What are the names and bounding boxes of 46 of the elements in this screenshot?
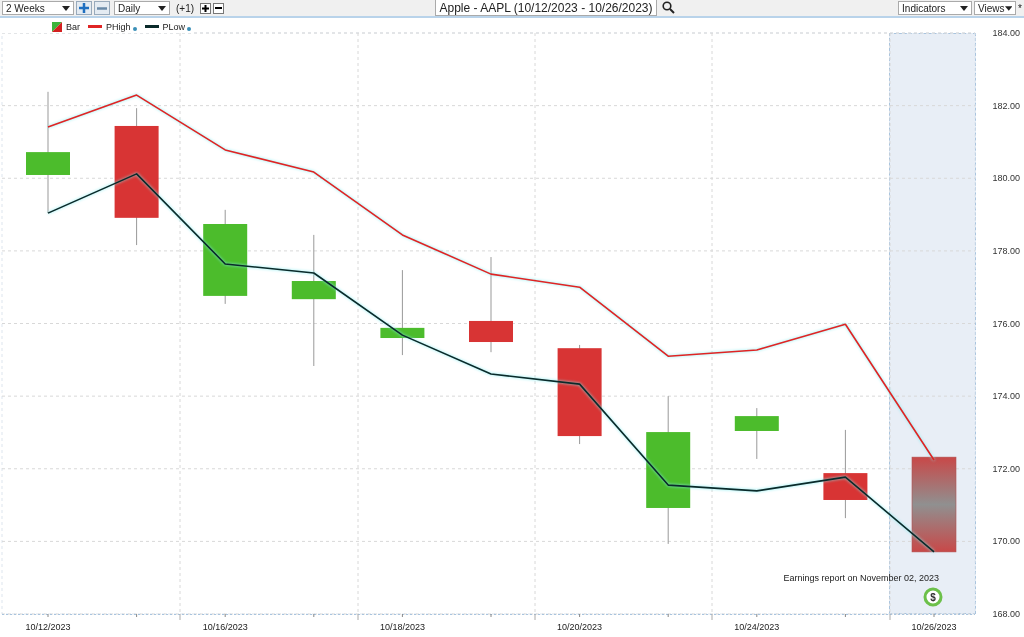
y-axis-label: 174.00 [992, 391, 1020, 402]
bar-legend-icon [52, 21, 62, 32]
symbol-field[interactable]: Apple - AAPL (10/12/2023 - 10/26/2023) [435, 0, 657, 16]
line-legend-icon [88, 25, 102, 28]
dot-icon [132, 27, 137, 31]
plus-icon [202, 4, 210, 12]
earnings-badge[interactable]: $ [923, 587, 943, 607]
x-axis-label: 10/12/2023 [25, 622, 71, 632]
caret-icon [62, 5, 70, 11]
legend-label: Bar [66, 21, 80, 32]
zoom-out-button[interactable] [94, 1, 110, 15]
minus-icon [215, 7, 223, 9]
y-axis-label: 182.00 [992, 100, 1020, 111]
x-axis-label: 10/20/2023 [557, 622, 603, 632]
offset-label: (+1) [176, 2, 195, 14]
minus-icon [97, 6, 107, 10]
x-axis-label: 10/24/2023 [734, 622, 780, 632]
y-axis-label: 178.00 [992, 245, 1020, 256]
views-dropdown[interactable]: Views [974, 1, 1017, 15]
y-axis-label: 172.00 [992, 463, 1020, 474]
legend-label: PHigh [106, 21, 131, 32]
search-icon[interactable] [662, 1, 675, 14]
y-axis-label: 168.00 [992, 609, 1020, 619]
caret-icon [158, 5, 166, 11]
candlestick [734, 407, 779, 460]
interval-dropdown[interactable]: Daily [114, 1, 170, 15]
x-axis-label: 10/16/2023 [202, 622, 248, 632]
dot-icon [187, 27, 192, 31]
plus-icon [79, 3, 89, 13]
indicators-dropdown[interactable]: Indicators [898, 1, 973, 15]
x-axis-label: 10/26/2023 [911, 622, 957, 632]
earnings-note: Earnings report on November 02, 2023 [783, 573, 939, 583]
decrease-button[interactable] [213, 2, 225, 14]
increase-button[interactable] [200, 2, 212, 14]
range-dropdown[interactable]: 2 Weeks [2, 1, 74, 15]
modified-mark: * [1018, 2, 1022, 14]
zoom-in-button[interactable] [76, 1, 92, 15]
y-axis-label: 180.00 [992, 173, 1020, 184]
y-axis-label: 176.00 [992, 318, 1020, 329]
caret-icon [960, 5, 969, 11]
y-axis-label: 184.00 [992, 28, 1020, 38]
legend-label: PLow [162, 21, 186, 32]
line-legend-icon [144, 25, 159, 28]
caret-icon [1004, 5, 1013, 11]
y-axis-label: 170.00 [992, 536, 1020, 547]
x-axis-label: 10/18/2023 [379, 622, 425, 632]
